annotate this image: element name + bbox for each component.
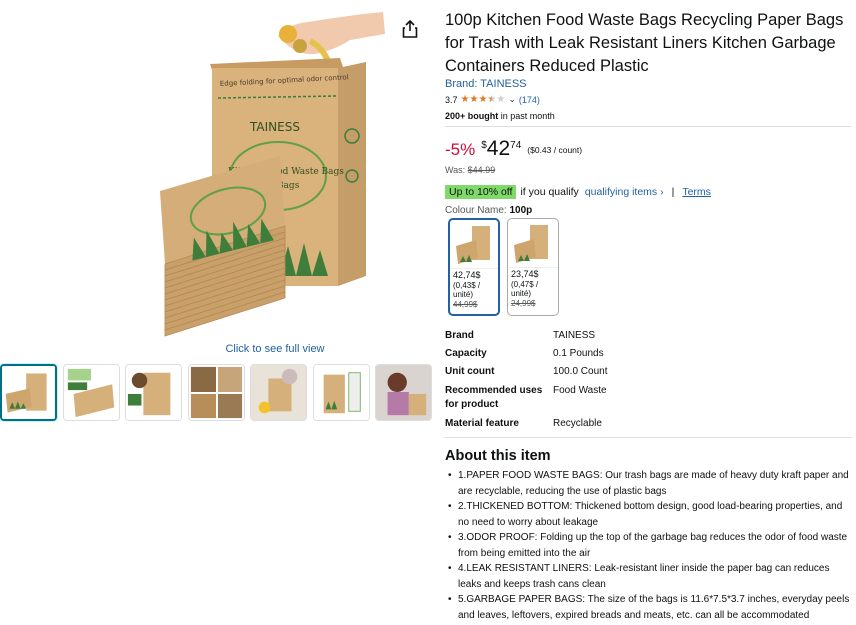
- thumbnail-4[interactable]: [187, 364, 245, 421]
- chevron-down-icon[interactable]: ⌄: [508, 94, 516, 105]
- rating-row: 3.7 ★ ★ ★ ★ ★ ⌄ (174): [445, 94, 540, 105]
- star-half-icon: ★: [487, 93, 497, 105]
- thumbnail-2[interactable]: [62, 364, 120, 421]
- discount-percent: -5%: [445, 140, 476, 159]
- divider: [445, 437, 851, 438]
- brand-link[interactable]: Brand: TAINESS: [445, 78, 527, 90]
- swatch-image: [508, 219, 558, 268]
- unit-price: ($0.43 / count): [527, 145, 583, 155]
- about-bullets: 1.PAPER FOOD WASTE BAGS: Our trash bags …: [445, 468, 853, 623]
- spec-key: Material feature: [445, 418, 519, 429]
- was-price: Was: $44.99: [445, 165, 495, 175]
- terms-link[interactable]: Terms: [682, 186, 711, 198]
- spec-value: Recyclable: [553, 418, 602, 429]
- swatch-unit-2: unité): [511, 289, 532, 298]
- review-count-link[interactable]: (174): [519, 95, 540, 105]
- product-title: 100p Kitchen Food Waste Bags Recycling P…: [445, 11, 844, 75]
- swatch-was: 24,99$: [511, 298, 536, 308]
- colour-label: Colour Name: 100p: [445, 205, 532, 216]
- swatch-unit-2: unité): [453, 290, 474, 299]
- swatch-price: 23,74$: [511, 269, 539, 279]
- about-bullet: 1.PAPER FOOD WASTE BAGS: Our trash bags …: [445, 468, 853, 499]
- box-brand-text: TAINESS: [249, 120, 300, 134]
- bought-rest: in past month: [498, 111, 555, 121]
- thumbnail-1[interactable]: [0, 364, 57, 421]
- bought-count: 200+ bought in past month: [445, 111, 555, 121]
- price-fraction: 74: [510, 140, 522, 151]
- promo-separator: |: [671, 186, 675, 198]
- see-full-view-link[interactable]: Click to see full view: [160, 343, 390, 355]
- spec-row-material: Material feature Recyclable: [445, 417, 845, 433]
- swatch-price: 42,74$: [453, 270, 481, 280]
- colour-selected-value: 100p: [509, 205, 533, 216]
- about-bullet: 5.GARBAGE PAPER BAGS: The size of the ba…: [445, 592, 853, 623]
- spec-value: 100.0 Count: [553, 366, 608, 377]
- bought-bold: 200+ bought: [445, 111, 499, 121]
- thumbnail-3[interactable]: [125, 364, 182, 421]
- thumbnail-6[interactable]: [312, 364, 370, 421]
- spec-key: Capacity: [445, 348, 487, 359]
- spec-key: Brand: [445, 330, 474, 341]
- swatch-unit: (0,47$ /: [511, 279, 539, 289]
- about-heading: About this item: [445, 448, 551, 464]
- colour-option-100p[interactable]: 42,74$ (0,43$ / unité) 44,99$: [448, 218, 500, 316]
- spec-row-capacity: Capacity 0.1 Pounds: [445, 347, 845, 365]
- promo-text: if you qualify: [520, 186, 579, 198]
- swatch-image: [450, 220, 498, 269]
- about-bullet: 4.LEAK RESISTANT LINERS: Leak-resistant …: [445, 561, 853, 592]
- spec-key: Unit count: [445, 366, 495, 377]
- spec-key: Recommended uses for product: [445, 385, 543, 410]
- was-price-value: $44.99: [467, 165, 496, 175]
- swatch-unit: (0,43$ /: [453, 280, 481, 290]
- spec-table: Brand TAINESS Capacity 0.1 Pounds Unit c…: [445, 329, 845, 433]
- spec-value: TAINESS: [553, 330, 596, 341]
- star-rating[interactable]: ★ ★ ★ ★ ★: [460, 93, 506, 105]
- colour-option-2[interactable]: 23,74$ (0,47$ / unité) 24,99$: [507, 218, 559, 316]
- spec-value: 0.1 Pounds: [553, 348, 604, 359]
- spec-row-brand: Brand TAINESS: [445, 329, 845, 347]
- price-whole: 42: [486, 137, 511, 160]
- swatch-was: 44,99$: [453, 299, 478, 309]
- colour-label-text: Colour Name:: [445, 205, 510, 216]
- star-icon: ★: [460, 93, 470, 105]
- spec-value: Food Waste: [553, 385, 607, 396]
- spec-row-recommended-uses: Recommended uses for product Food Waste: [445, 384, 845, 417]
- spec-row-unit-count: Unit count 100.0 Count: [445, 365, 845, 384]
- promo-row: Up to 10% off if you qualify qualifying …: [445, 185, 711, 199]
- promo-badge: Up to 10% off: [445, 185, 517, 199]
- about-bullet: 2.THICKENED BOTTOM: Thickened bottom des…: [445, 499, 853, 530]
- thumbnail-strip: [0, 364, 438, 421]
- thumbnail-7[interactable]: [375, 364, 432, 421]
- star-icon: ★: [478, 93, 488, 105]
- main-product-image[interactable]: Edge folding for optimal odor control TA…: [160, 6, 390, 340]
- was-label: Was:: [445, 165, 468, 175]
- star-icon: ★: [469, 93, 479, 105]
- divider: [445, 126, 851, 127]
- about-bullet: 3.ODOR PROOF: Folding up the top of the …: [445, 530, 853, 561]
- thumbnail-5[interactable]: [250, 364, 307, 421]
- price-block: -5% $ 42 74 ($0.43 / count): [445, 138, 582, 160]
- qualifying-items-link[interactable]: qualifying items ›: [585, 186, 664, 198]
- share-icon[interactable]: [402, 19, 418, 38]
- star-empty-icon: ★: [496, 93, 506, 105]
- rating-value: 3.7: [445, 94, 458, 105]
